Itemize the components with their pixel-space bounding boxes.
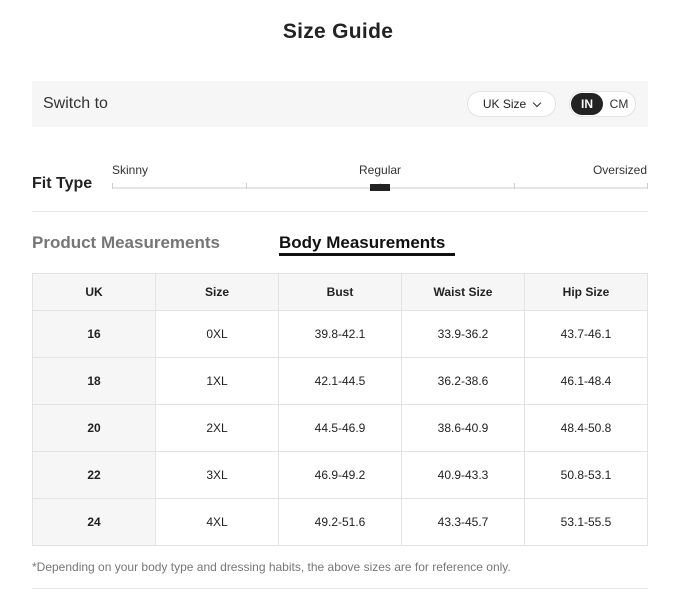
switch-bar: Switch to UK Size IN CM	[32, 81, 648, 127]
table-row: 24 4XL 49.2-51.6 43.3-45.7 53.1-55.5	[32, 498, 648, 546]
reference-note: *Depending on your body type and dressin…	[32, 560, 511, 574]
fit-scale-tick	[112, 183, 113, 189]
fit-scale-tick	[647, 183, 648, 189]
column-header-size: Size	[155, 273, 279, 311]
size-system-value: UK Size	[482, 97, 527, 111]
chevron-down-icon	[532, 98, 542, 107]
cell-hip: 43.7-46.1	[524, 310, 648, 358]
unit-cm-button[interactable]: CM	[604, 93, 634, 115]
cell-size: 3XL	[155, 451, 279, 499]
table-header-row: UK Size Bust Waist Size Hip Size	[32, 273, 648, 311]
section-divider	[32, 211, 648, 212]
tab-body-measurements[interactable]: Body Measurements	[279, 233, 445, 253]
cell-bust: 44.5-46.9	[278, 404, 402, 452]
fit-option-skinny[interactable]: Skinny	[112, 163, 148, 177]
cell-waist: 40.9-43.3	[401, 451, 525, 499]
column-header-uk: UK	[32, 273, 156, 311]
table-row: 22 3XL 46.9-49.2 40.9-43.3 50.8-53.1	[32, 451, 648, 499]
cell-hip: 46.1-48.4	[524, 357, 648, 405]
table-row: 18 1XL 42.1-44.5 36.2-38.6 46.1-48.4	[32, 357, 648, 405]
column-header-hip: Hip Size	[524, 273, 648, 311]
fit-option-regular[interactable]: Regular	[359, 163, 401, 177]
cell-bust: 42.1-44.5	[278, 357, 402, 405]
page-title: Size Guide	[282, 20, 394, 43]
cell-hip: 50.8-53.1	[524, 451, 648, 499]
fit-selected-marker	[370, 184, 390, 191]
cell-bust: 46.9-49.2	[278, 451, 402, 499]
cell-bust: 39.8-42.1	[278, 310, 402, 358]
cell-uk: 18	[32, 357, 156, 405]
cell-waist: 33.9-36.2	[401, 310, 525, 358]
table-row: 20 2XL 44.5-46.9 38.6-40.9 48.4-50.8	[32, 404, 648, 452]
active-tab-underline	[279, 253, 455, 256]
cell-uk: 16	[32, 310, 156, 358]
fit-scale-tick	[514, 183, 515, 189]
fit-scale-tick	[246, 183, 247, 189]
fit-type-label: Fit Type	[32, 175, 93, 192]
cell-waist: 43.3-45.7	[401, 498, 525, 546]
cell-uk: 20	[32, 404, 156, 452]
cell-uk: 22	[32, 451, 156, 499]
fit-option-oversized[interactable]: Oversized	[593, 163, 647, 177]
cell-size: 2XL	[155, 404, 279, 452]
cell-waist: 36.2-38.6	[401, 357, 525, 405]
cell-hip: 48.4-50.8	[524, 404, 648, 452]
size-table: UK Size Bust Waist Size Hip Size 16 0XL …	[32, 273, 648, 546]
cell-size: 1XL	[155, 357, 279, 405]
cell-size: 0XL	[155, 310, 279, 358]
column-header-waist: Waist Size	[401, 273, 525, 311]
bottom-divider	[32, 588, 648, 589]
column-header-bust: Bust	[278, 273, 402, 311]
cell-size: 4XL	[155, 498, 279, 546]
unit-in-button[interactable]: IN	[571, 93, 603, 115]
table-row: 16 0XL 39.8-42.1 33.9-36.2 43.7-46.1	[32, 310, 648, 358]
size-system-dropdown[interactable]: UK Size	[467, 91, 556, 117]
cell-hip: 53.1-55.5	[524, 498, 648, 546]
cell-bust: 49.2-51.6	[278, 498, 402, 546]
cell-uk: 24	[32, 498, 156, 546]
unit-toggle: IN CM	[569, 91, 636, 117]
switch-label: Switch to	[43, 95, 108, 112]
tab-product-measurements[interactable]: Product Measurements	[32, 233, 220, 253]
cell-waist: 38.6-40.9	[401, 404, 525, 452]
